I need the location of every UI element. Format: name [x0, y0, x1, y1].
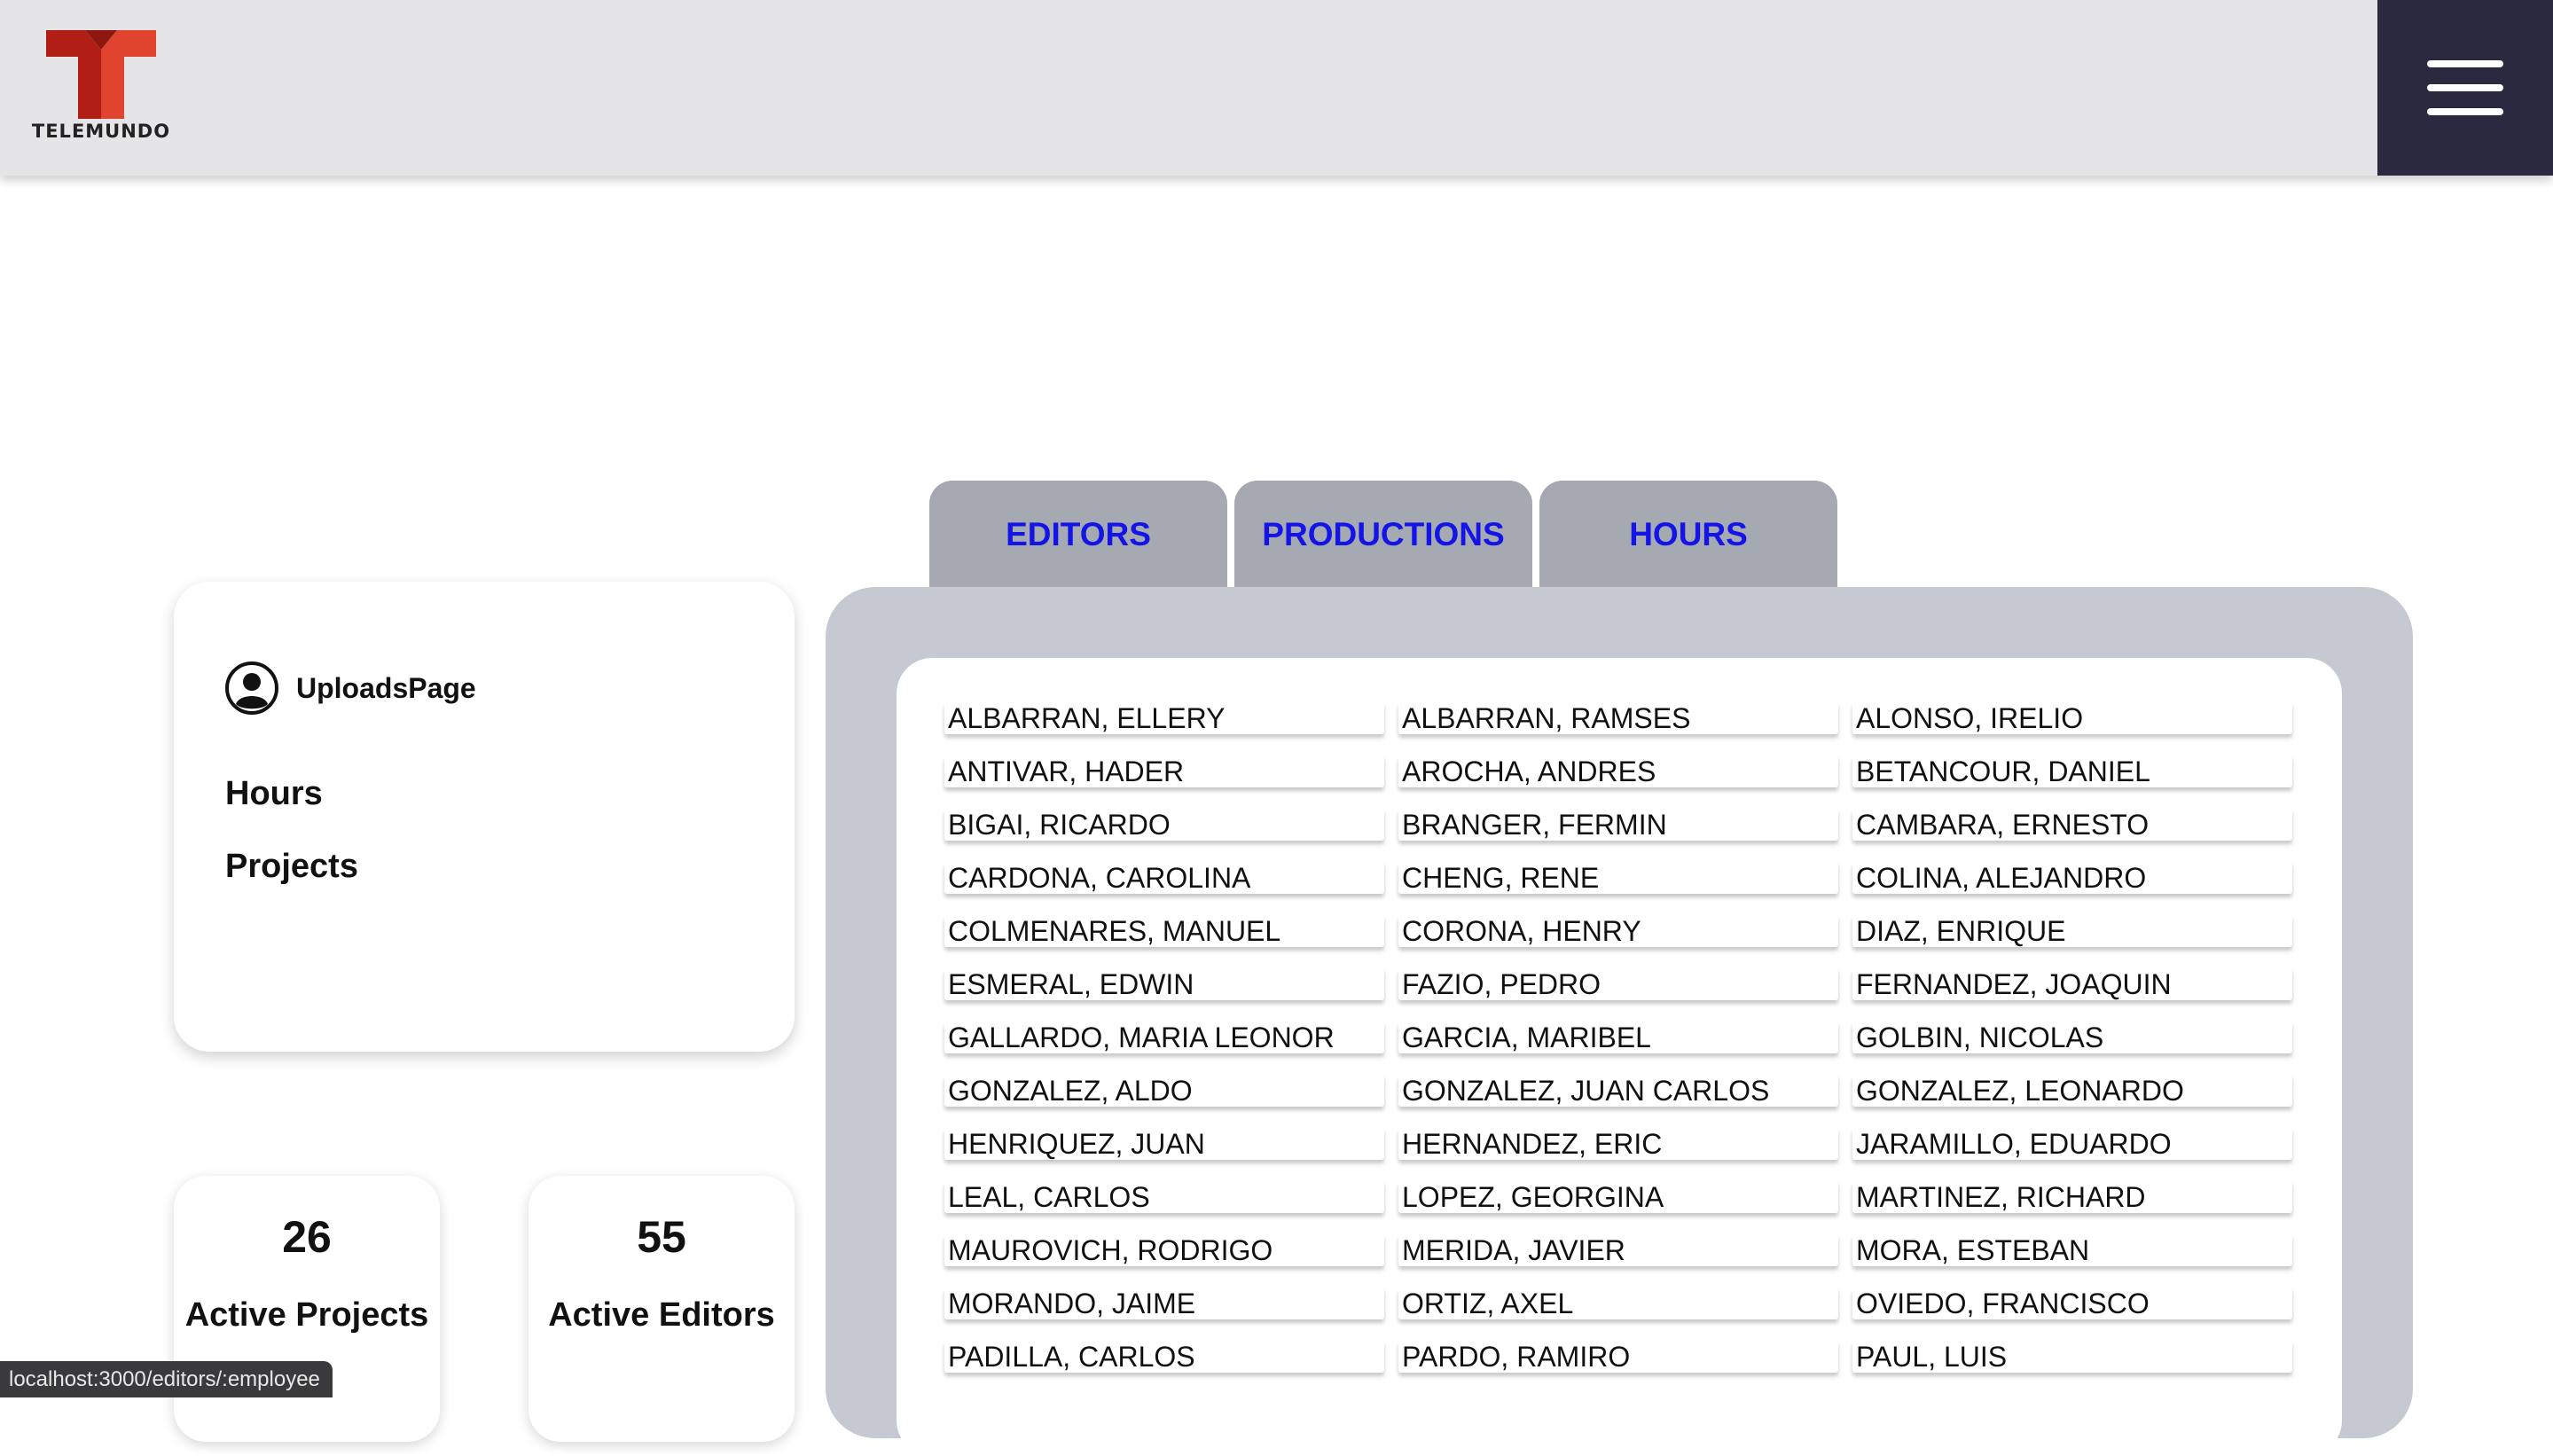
editor-list-item[interactable]: FAZIO, PEDRO [1398, 968, 1838, 1000]
editor-list-item[interactable]: GONZALEZ, JUAN CARLOS [1398, 1075, 1838, 1107]
active-editors-count: 55 [637, 1212, 686, 1262]
editor-list-item[interactable]: ESMERAL, EDWIN [944, 968, 1384, 1000]
active-projects-card: 26 Active Projects [174, 1176, 440, 1442]
editor-list-item[interactable]: MORANDO, JAIME [944, 1288, 1384, 1319]
editor-list-item[interactable]: LOPEZ, GEORGINA [1398, 1181, 1838, 1213]
telemundo-logo[interactable]: TELEMUNDO [21, 25, 181, 149]
editor-list-item[interactable]: JARAMILLO, EDUARDO [1852, 1128, 2292, 1160]
editor-list-item[interactable]: MARTINEZ, RICHARD [1852, 1181, 2292, 1213]
uploads-page-label: UploadsPage [296, 671, 476, 704]
uploads-page-link[interactable]: UploadsPage [225, 661, 476, 715]
sidebar-card: UploadsPage Hours Projects [174, 582, 795, 1052]
editor-list-item[interactable]: BETANCOUR, DANIEL [1852, 755, 2292, 787]
tab-hours[interactable]: HOURS [1539, 481, 1837, 589]
editor-list-item[interactable]: GONZALEZ, LEONARDO [1852, 1075, 2292, 1107]
editors-panel: ALBARRAN, ELLERY ALBARRAN, RAMSES ALONSO, … [826, 587, 2413, 1456]
editor-list-item[interactable]: GALLARDO, MARIA LEONOR [944, 1022, 1384, 1053]
menu-line-icon [2427, 84, 2503, 91]
editor-list-item[interactable]: GOLBIN, NICOLAS [1852, 1022, 2292, 1053]
editor-list-item[interactable]: CARDONA, CAROLINA [944, 862, 1384, 894]
sidebar-item-hours[interactable]: Hours [225, 775, 323, 813]
editor-list-item[interactable]: COLINA, ALEJANDRO [1852, 862, 2292, 894]
editor-list-item[interactable]: BRANGER, FERMIN [1398, 809, 1838, 841]
editor-list-item[interactable]: CORONA, HENRY [1398, 915, 1838, 947]
editor-list-item[interactable]: CHENG, RENE [1398, 862, 1838, 894]
editor-list-item[interactable]: PARDO, RAMIRO [1398, 1341, 1838, 1373]
active-projects-label: Active Projects [184, 1296, 429, 1334]
editor-list-item[interactable]: FERNANDEZ, JOAQUIN [1852, 968, 2292, 1000]
editor-list-item[interactable]: MAUROVICH, RODRIGO [944, 1234, 1384, 1266]
menu-line-icon [2427, 108, 2503, 115]
editor-list-item[interactable]: ALBARRAN, ELLERY [944, 702, 1384, 734]
hamburger-menu-button[interactable] [2377, 0, 2553, 176]
editor-list-item[interactable]: LEAL, CARLOS [944, 1181, 1384, 1213]
editor-list-item[interactable]: PAUL, LUIS [1852, 1341, 2292, 1373]
editor-list-item[interactable]: BIGAI, RICARDO [944, 809, 1384, 841]
sidebar-item-projects[interactable]: Projects [225, 848, 358, 886]
editor-list-item[interactable]: MORA, ESTEBAN [1852, 1234, 2292, 1266]
editor-list-item[interactable]: GONZALEZ, ALDO [944, 1075, 1384, 1107]
editor-list-item[interactable]: GARCIA, MARIBEL [1398, 1022, 1838, 1053]
editor-list-item[interactable]: ORTIZ, AXEL [1398, 1288, 1838, 1319]
editor-list-item[interactable]: COLMENARES, MANUEL [944, 915, 1384, 947]
active-editors-label: Active Editors [548, 1296, 775, 1334]
active-editors-card: 55 Active Editors [529, 1176, 795, 1442]
editor-list-item[interactable]: OVIEDO, FRANCISCO [1852, 1288, 2292, 1319]
tab-editors[interactable]: EDITORS [929, 481, 1227, 589]
editors-list-container: ALBARRAN, ELLERY ALBARRAN, RAMSES ALONSO, … [897, 658, 2342, 1456]
tab-productions[interactable]: PRODUCTIONS [1234, 481, 1532, 589]
editor-list-item[interactable]: ANTIVAR, HADER [944, 755, 1384, 787]
editor-list-item[interactable]: HENRIQUEZ, JUAN [944, 1128, 1384, 1160]
editor-list-item[interactable]: HERNANDEZ, ERIC [1398, 1128, 1838, 1160]
menu-line-icon [2427, 60, 2503, 67]
telemundo-t-icon [46, 30, 156, 119]
active-projects-count: 26 [282, 1212, 332, 1262]
editor-list-item[interactable]: AROCHA, ANDRES [1398, 755, 1838, 787]
top-header: TELEMUNDO [0, 0, 2553, 176]
editor-list-item[interactable]: ALBARRAN, RAMSES [1398, 702, 1838, 734]
editor-list-item[interactable]: CAMBARA, ERNESTO [1852, 809, 2292, 841]
status-bar-url: localhost:3000/editors/:employee [0, 1361, 333, 1397]
logo-text: TELEMUNDO [31, 121, 171, 142]
editor-list-item[interactable]: MERIDA, JAVIER [1398, 1234, 1838, 1266]
editor-list-item[interactable]: PADILLA, CARLOS [944, 1341, 1384, 1373]
user-avatar-icon [225, 661, 278, 715]
editor-list-item[interactable]: DIAZ, ENRIQUE [1852, 915, 2292, 947]
editors-grid: ALBARRAN, ELLERY ALBARRAN, RAMSES ALONSO, … [944, 702, 2292, 1373]
editor-list-item[interactable]: ALONSO, IRELIO [1852, 702, 2292, 734]
